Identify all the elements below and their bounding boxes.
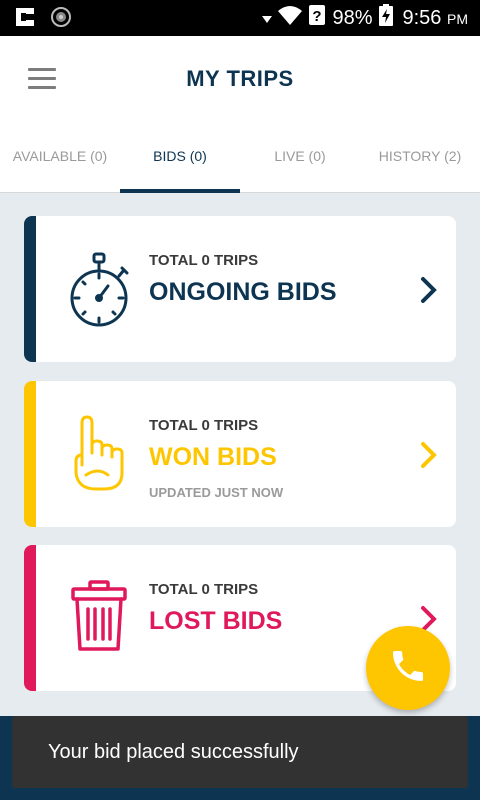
card-accent-bar [24, 216, 36, 362]
ongoing-total-trips: TOTAL 0 TRIPS [149, 252, 259, 269]
card-accent-bar [24, 545, 36, 691]
network-arrow-icon [262, 7, 273, 30]
wifi-icon [278, 5, 303, 31]
chevron-right-icon[interactable] [420, 276, 438, 304]
battery-charging-icon [378, 4, 393, 32]
clock-time: 9:56 [402, 6, 442, 29]
page-title: MY TRIPS [186, 66, 294, 91]
battery-percent: 98% [332, 6, 373, 29]
won-total-trips: TOTAL 0 TRIPS [149, 417, 259, 434]
tab-bar: AVAILABLE (0) BIDS (0) LIVE (0) HISTORY … [0, 122, 480, 193]
tab-available[interactable]: AVAILABLE (0) [0, 122, 120, 192]
card-accent-bar [24, 381, 36, 527]
signal-unknown-icon: ? [308, 4, 326, 32]
clock-ampm: PM [447, 10, 468, 27]
gallery-notification-icon [50, 6, 72, 33]
snackbar: Your bid placed successfully [12, 716, 468, 788]
won-bids-label: WON BIDS [149, 443, 277, 471]
snackbar-message: Your bid placed successfully [48, 740, 299, 763]
chevron-right-icon[interactable] [420, 441, 438, 469]
clock: 9:56 PM [403, 7, 469, 30]
stopwatch-icon [68, 250, 132, 328]
status-bar: ? 98% 9:56 PM [0, 0, 480, 36]
tab-bids[interactable]: BIDS (0) [120, 122, 240, 193]
app-notification-icon [12, 6, 38, 33]
finger-up-icon [68, 415, 132, 493]
ongoing-bids-card[interactable]: TOTAL 0 TRIPS ONGOING BIDS [24, 216, 456, 362]
won-updated-status: UPDATED JUST NOW [149, 485, 284, 500]
phone-icon [388, 646, 428, 691]
lost-bids-label: LOST BIDS [149, 607, 283, 635]
call-button[interactable] [366, 626, 450, 710]
trash-icon [68, 579, 132, 657]
tab-live[interactable]: LIVE (0) [240, 122, 360, 192]
won-bids-card[interactable]: TOTAL 0 TRIPS WON BIDS UPDATED JUST NOW [24, 381, 456, 527]
svg-text:?: ? [313, 8, 322, 25]
tab-history[interactable]: HISTORY (2) [360, 122, 480, 192]
app-bar: MY TRIPS [0, 36, 480, 122]
ongoing-bids-label: ONGOING BIDS [149, 278, 337, 306]
lost-total-trips: TOTAL 0 TRIPS [149, 581, 259, 598]
